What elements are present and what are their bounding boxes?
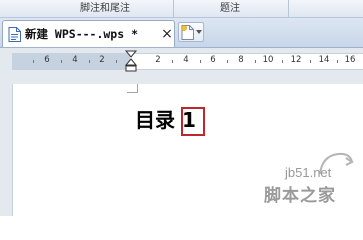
highlight-box [181,107,205,136]
ruler-tick-label: 4 [183,55,189,65]
watermark-site: jb51.net [285,165,332,180]
ribbon-separator [288,0,289,17]
ruler-tick [116,60,117,63]
ruler-tick-label: 10 [262,55,274,65]
ruler-tick [227,60,228,63]
ruler-tick-label: 2 [155,55,161,65]
page-margin-corner-mark [127,84,138,93]
ribbon-group-footnotes: 脚注和尾注 [80,3,130,14]
ruler-tick [61,60,62,63]
indent-marker-icon[interactable] [124,50,138,72]
ruler-tick [282,60,283,63]
ruler-tick [310,60,311,63]
ruler-area: 6 4 2 2 4 6 8 10 12 14 16 [0,48,363,84]
document-tab[interactable]: 新建 WPS---.wps * × [2,20,175,47]
new-document-button[interactable] [178,22,204,42]
ribbon-separator [173,0,174,17]
ruler-tick [172,60,173,63]
ruler-tick-label: 2 [99,55,105,65]
ribbon-group-caption: 题注 [220,3,240,14]
ruler-tick-label: 16 [344,55,356,65]
ruler-tick [255,60,256,63]
ruler-tick [89,60,90,63]
wps-document-icon [8,27,21,42]
ruler-tick [200,60,201,63]
ruler-tick-label: 14 [318,55,330,65]
ruler-tick [337,60,338,63]
ruler-tick-label: 12 [290,55,302,65]
horizontal-ruler[interactable]: 6 4 2 2 4 6 8 10 12 14 16 [12,53,363,70]
watermark-brand: 脚本之家 [264,186,336,206]
chevron-down-icon[interactable] [196,30,202,34]
new-document-icon [181,25,194,40]
document-tab-bar: 新建 WPS---.wps * × [0,18,363,48]
ruler-tick-label: 6 [44,55,50,65]
ruler-tick-label: 6 [210,55,216,65]
ribbon-group-strip: 脚注和尾注 题注 [0,0,363,18]
document-tab-title: 新建 WPS---.wps * [25,27,139,41]
ruler-tick-label: 8 [238,55,244,65]
ruler-tick-label: 4 [72,55,78,65]
close-icon[interactable]: × [160,26,174,42]
ruler-tick [33,60,34,63]
